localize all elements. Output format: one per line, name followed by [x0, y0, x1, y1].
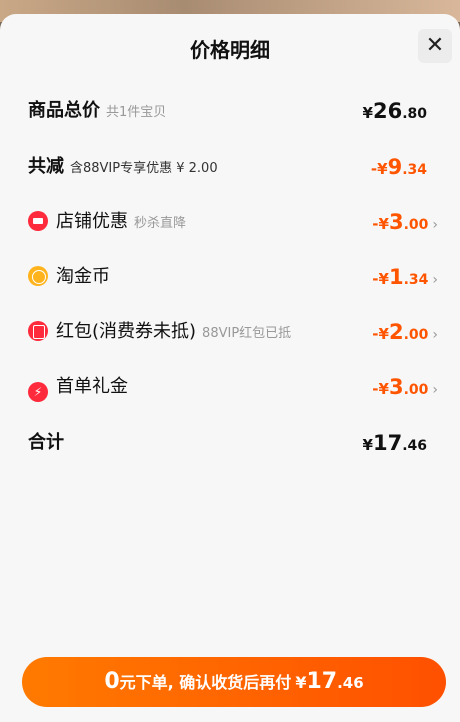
row-amount: ¥17.46	[362, 431, 427, 455]
coin-icon	[28, 266, 48, 286]
shop-icon	[28, 211, 48, 231]
row-amount: -¥2.00 ›	[372, 320, 438, 344]
row-sub: 88VIP红包已抵	[202, 326, 292, 341]
row-label: 合计	[28, 432, 64, 453]
row-sub: 含88VIP专享优惠 ¥ 2.00	[70, 161, 218, 176]
row-grand-total: 合计 ¥17.46	[0, 428, 460, 458]
row-sub: 共1件宝贝	[106, 105, 167, 120]
row-first-order[interactable]: ⚡ 首单礼金 -¥3.00 ›	[0, 372, 460, 402]
chevron-right-icon: ›	[432, 272, 438, 288]
row-label: 首单礼金	[56, 376, 128, 397]
row-label: 红包(消费券未抵)	[56, 321, 197, 342]
chevron-right-icon: ›	[432, 217, 438, 233]
row-red-packet[interactable]: 红包(消费券未抵) 88VIP红包已抵 -¥2.00 ›	[0, 317, 460, 347]
chevron-right-icon: ›	[432, 327, 438, 343]
row-label: 共减	[28, 156, 64, 177]
row-amount: -¥3.00 ›	[372, 210, 438, 234]
row-label: 店铺优惠	[56, 211, 128, 232]
row-total-goods: 商品总价 共1件宝贝 ¥26.80	[0, 96, 460, 126]
row-reduction: 共减 含88VIP专享优惠 ¥ 2.00 -¥9.34	[0, 152, 460, 182]
row-amount: -¥9.34	[370, 155, 427, 179]
lightning-icon: ⚡	[28, 382, 48, 402]
red-packet-icon	[28, 321, 48, 341]
close-button[interactable]: ✕	[418, 29, 452, 63]
row-amount: ¥26.80	[362, 99, 427, 123]
sheet-title: 价格明细	[190, 38, 270, 62]
row-label: 商品总价	[28, 100, 100, 121]
pay-button[interactable]: 0元下单, 确认收货后再付 ¥17.46	[22, 657, 446, 707]
row-amount: -¥3.00 ›	[372, 375, 438, 399]
row-amount: -¥1.34 ›	[372, 265, 438, 289]
row-gold-coin[interactable]: 淘金币 -¥1.34 ›	[0, 262, 460, 292]
row-shop-discount[interactable]: 店铺优惠 秒杀直降 -¥3.00 ›	[0, 207, 460, 237]
row-label: 淘金币	[56, 266, 110, 287]
row-sub: 秒杀直降	[134, 216, 187, 231]
chevron-right-icon: ›	[432, 382, 438, 398]
